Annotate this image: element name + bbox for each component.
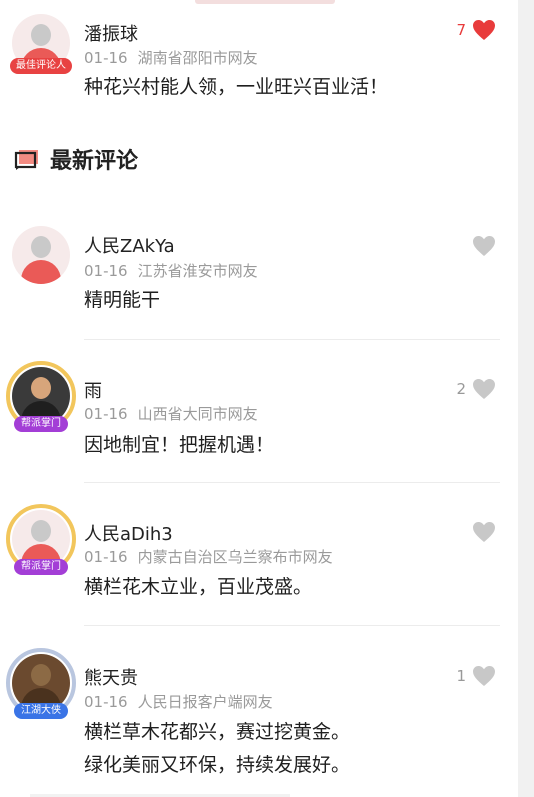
comment-text-line: 横栏草木花都兴，赛过挖黄金。: [84, 721, 351, 743]
like-button[interactable]: [466, 519, 496, 545]
comment-date: 01-16: [84, 405, 128, 423]
scrollbar-track[interactable]: [518, 0, 534, 797]
comment-location: 内蒙古自治区乌兰察布市网友: [137, 548, 333, 566]
comment-meta: 01-16 人民日报客户端网友: [84, 691, 273, 712]
list-item: 帮派掌门 雨 01-16 山西省大同市网友 2 因地制宜！把握机遇！: [0, 361, 518, 483]
comment-text: 精明能干: [84, 289, 161, 311]
avatar[interactable]: [12, 226, 70, 284]
latest-comments-header: 最新评论: [14, 143, 138, 175]
divider: [84, 482, 500, 483]
heart-icon: [473, 236, 495, 256]
comment-location: 湖南省邵阳市网友: [137, 49, 258, 67]
divider: [84, 339, 500, 340]
comment-meta: 01-16 山西省大同市网友: [84, 403, 258, 424]
best-comment: 最佳评论人 潘振球 01-16 湖南省邵阳市网友 7 种花兴村能人领，一业旺兴百业…: [0, 0, 518, 120]
like-button[interactable]: [466, 233, 496, 259]
like-button[interactable]: 2: [456, 376, 496, 402]
comment-meta: 01-16 湖南省邵阳市网友: [84, 47, 258, 68]
like-count: 2: [456, 380, 466, 398]
heart-icon: [473, 666, 495, 686]
comment-text: 横栏花木立业，百业茂盛。: [84, 576, 313, 598]
list-item: 人民ZAkYa 01-16 江苏省淮安市网友 精明能干: [0, 222, 518, 340]
comment-text: 种花兴村能人领，一业旺兴百业活！: [84, 76, 389, 98]
rank-badge: 帮派掌门: [14, 559, 68, 575]
comment-username[interactable]: 熊天贵: [84, 664, 138, 690]
comment-location: 山西省大同市网友: [137, 405, 258, 423]
comment-text: 因地制宜！把握机遇！: [84, 434, 275, 456]
heart-icon: [473, 20, 495, 40]
comment-date: 01-16: [84, 262, 128, 280]
like-button[interactable]: 1: [456, 663, 496, 689]
comment-text-line: 绿化美丽又环保，持续发展好。: [84, 754, 351, 776]
heart-icon: [473, 522, 495, 542]
comment-username[interactable]: 潘振球: [84, 20, 138, 46]
heart-icon: [473, 379, 495, 399]
comment-meta: 01-16 江苏省淮安市网友: [84, 260, 258, 281]
like-count: 7: [456, 21, 466, 39]
comment-meta: 01-16 内蒙古自治区乌兰察布市网友: [84, 546, 333, 567]
comment-date: 01-16: [84, 548, 128, 566]
comment-date: 01-16: [84, 49, 128, 67]
comment-username[interactable]: 人民aDih3: [84, 520, 173, 546]
comment-location: 人民日报客户端网友: [137, 693, 273, 711]
comment-date: 01-16: [84, 693, 128, 711]
comment-username[interactable]: 人民ZAkYa: [84, 232, 175, 258]
comment-icon: [14, 150, 38, 170]
like-count: 1: [456, 667, 466, 685]
rank-badge: 帮派掌门: [14, 416, 68, 432]
list-item: 江湖大侠 熊天贵 01-16 人民日报客户端网友 1 横栏草木花都兴，赛过挖黄金。…: [0, 648, 518, 792]
divider: [84, 625, 500, 626]
rank-badge: 江湖大侠: [14, 703, 68, 719]
section-title: 最新评论: [50, 149, 139, 174]
list-item: 帮派掌门 人民aDih3 01-16 内蒙古自治区乌兰察布市网友 横栏花木立业，百…: [0, 504, 518, 626]
comment-location: 江苏省淮安市网友: [137, 262, 258, 280]
best-commenter-badge: 最佳评论人: [10, 58, 72, 74]
comment-username[interactable]: 雨: [84, 377, 102, 403]
like-button[interactable]: 7: [456, 17, 496, 43]
